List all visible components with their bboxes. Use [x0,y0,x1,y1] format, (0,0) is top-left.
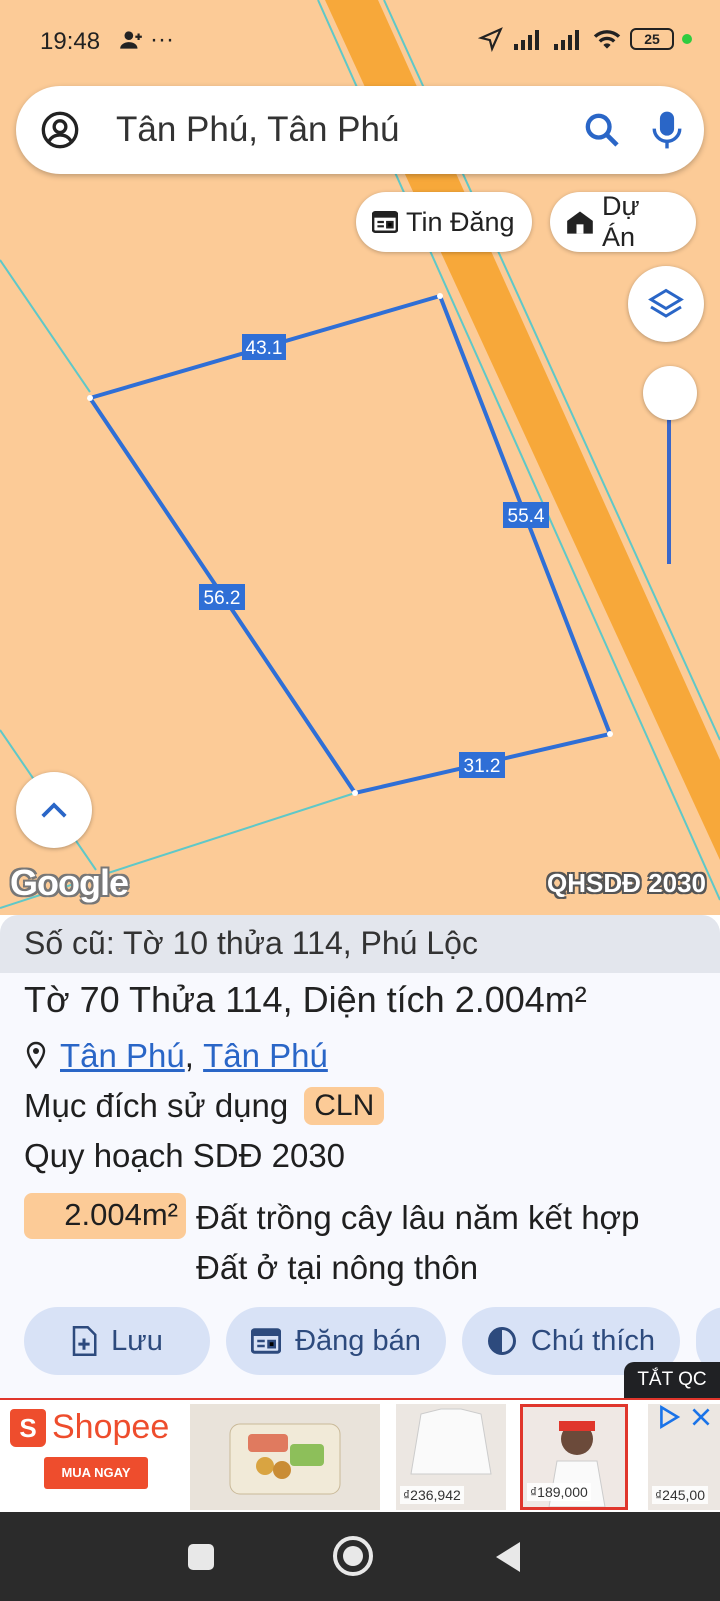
plan-label: Quy hoạch SDĐ 2030 [24,1137,346,1174]
newspaper-icon [251,1328,282,1354]
parcel-vertex [352,790,358,796]
save-button[interactable]: Lưu [24,1307,210,1375]
shopee-bag-icon: S [10,1408,46,1447]
location-pin-icon [26,1041,46,1069]
address-separator: , [184,1037,194,1074]
plot-label: Thửa [129,979,216,1020]
plan-area-badge: 2.004m² [24,1193,186,1239]
old-parcel-number: Số cũ: Tờ 10 thửa 114, Phú Lộc [0,915,720,973]
purpose-label: Mục đích sử dụng [24,1087,289,1124]
ward-link[interactable]: Tân Phú [60,1037,185,1075]
area-value: 2.004 [454,979,545,1020]
map-view[interactable]: 43.1 55.4 56.2 31.2 19:48 ··· 25 Tân Phú… [0,0,720,915]
plan-type-line1: Đất trồng cây lâu năm kết hợp [196,1199,640,1236]
parcel-address: Tân Phú, Tân Phú [24,1037,328,1075]
hide-ads-button[interactable]: TẮT QC [624,1362,720,1398]
mic-icon[interactable] [650,108,684,152]
map-layer-label: QHSDĐ 2030 [547,868,706,898]
post-sale-label: Đăng bán [295,1324,421,1357]
edge-label-bottom: 31.2 [464,756,501,777]
recents-icon[interactable] [186,1542,216,1572]
edge-label-top: 43.1 [246,338,283,359]
ad-product-1[interactable]: ₫236,942 [396,1404,506,1510]
project-chip[interactable]: Dự Án [550,191,696,252]
food-box-image [229,1423,341,1495]
add-user-icon [120,31,142,49]
buy-now-button[interactable]: MUA NGAY [44,1457,148,1489]
sheet-label: Tờ [24,979,70,1020]
area-unit: m² [544,979,587,1020]
search-bar[interactable]: Tân Phú, Tân Phú [16,86,704,174]
adchoices-icon[interactable] [656,1404,682,1430]
status-more: ··· [150,26,174,53]
google-logo: Google [10,862,129,903]
signal-icon-2 [554,30,579,50]
plot-number: 114 [225,979,283,1020]
home-icon[interactable] [331,1534,375,1578]
parcel-vertex [87,395,93,401]
edge-label-left: 56.2 [204,588,241,609]
legend-label: Chú thích [530,1324,656,1357]
area-label: , Diện tích [282,979,445,1020]
ad-brand: Shopee [52,1408,170,1446]
sheet-number: 70 [79,979,120,1020]
layers-button[interactable] [628,266,704,342]
action-bar: Lưu Đăng bán Chú thích [0,1307,720,1377]
boundary-line [0,259,91,393]
land-use-purpose: Mục đích sử dụng CLN [24,1087,385,1125]
opacity-slider-track[interactable] [667,396,671,564]
product-price: ₫189,000 [527,1483,591,1501]
ad-controls [656,1404,714,1430]
location-arrow-icon [478,27,503,52]
district-link[interactable]: Tân Phú [203,1037,328,1075]
house-icon [567,211,593,234]
signal-icon [514,30,539,50]
project-chip-label: Dự Án [601,191,640,252]
search-query[interactable]: Tân Phú, Tân Phú [116,110,399,150]
ad-product-food[interactable] [190,1404,380,1510]
parcel-vertex [437,293,443,299]
navigation-bar [0,1512,720,1601]
close-icon[interactable] [688,1404,714,1430]
back-icon[interactable] [494,1540,522,1574]
newspaper-icon [372,210,398,234]
product-price: ₫245,00 [652,1486,709,1504]
listing-chip-label: Tin Đăng [406,206,515,237]
plan-land-type: Đất trồng cây lâu năm kết hợp Đất ở tại … [196,1193,640,1293]
parcel-info-sheet: Số cũ: Tờ 10 thửa 114, Phú Lộc Tờ 70 Thử… [0,915,720,1399]
parcel-vertex [607,731,613,737]
opacity-slider-knob[interactable] [643,366,697,420]
shopee-logo[interactable]: S Shopee MUA NGAY [10,1408,190,1508]
expand-button[interactable] [16,772,92,848]
status-bar: 19:48 ··· 25 [0,22,720,62]
file-add-icon [72,1326,97,1356]
purpose-badge: CLN [304,1087,385,1125]
search-icon[interactable] [582,110,622,150]
status-time: 19:48 [40,28,101,55]
battery-icon: 25 [630,28,674,50]
privacy-dot [682,34,692,44]
post-sale-button[interactable]: Đăng bán [226,1307,446,1375]
account-icon[interactable] [40,110,80,150]
layers-icon [648,288,684,318]
save-label: Lưu [111,1324,163,1357]
wifi-icon [593,30,621,49]
plan-type-line2: Đất ở tại nông thôn [196,1249,479,1286]
ad-product-2[interactable]: ₫189,000 [520,1404,628,1510]
contrast-icon [487,1327,516,1355]
chevron-up-icon [41,802,67,818]
edge-label-right: 55.4 [508,506,545,527]
ad-banner[interactable]: S Shopee MUA NGAY ₫236,942 ₫189,000 ₫245,… [0,1398,720,1512]
product-price: ₫236,942 [400,1486,464,1504]
parcel-title: Tờ 70 Thửa 114, Diện tích 2.004m² [24,979,587,1021]
listing-chip[interactable]: Tin Đăng [356,192,532,252]
